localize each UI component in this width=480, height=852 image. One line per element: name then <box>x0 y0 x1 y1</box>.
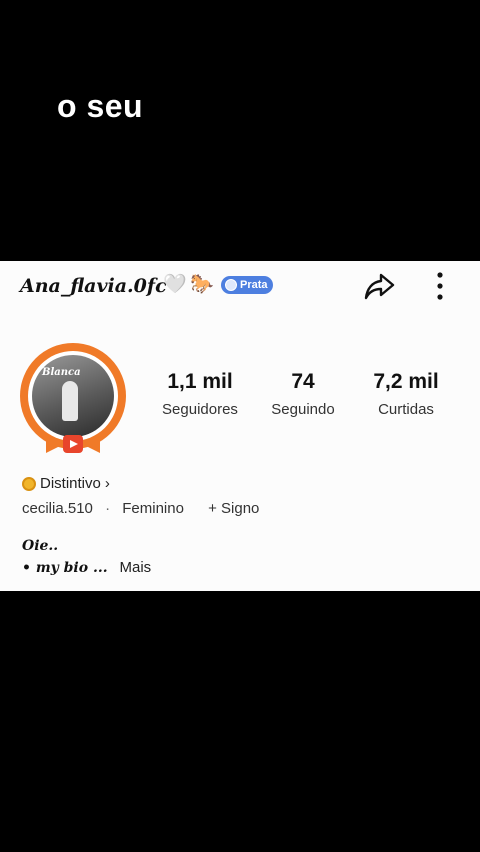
following-label: Seguindo <box>271 401 335 418</box>
profile-info-row: cecilia.510 · Feminino + Signo <box>22 500 259 517</box>
chevron-right-icon: › <box>104 475 110 492</box>
more-options-button[interactable] <box>428 269 452 303</box>
bio-text: • my bio ... <box>22 560 108 576</box>
avatar-bow-decoration <box>46 435 100 453</box>
bio-more-button[interactable]: Mais <box>119 559 151 576</box>
profile-header: Ana_flavia.0fc 🤍 🐎 Prata <box>0 261 480 311</box>
badge-link[interactable]: Distintivo › <box>22 475 110 492</box>
followers-label: Seguidores <box>162 401 238 418</box>
bio-line-1: Oie.. <box>22 538 59 554</box>
add-sign-button[interactable]: + Signo <box>208 500 259 517</box>
share-icon <box>364 273 395 300</box>
separator-dot: · <box>105 500 111 517</box>
likes-label: Curtidas <box>378 401 434 418</box>
likes-stat[interactable]: 7,2 mil Curtidas <box>351 369 461 418</box>
avatar-name-overlay: Blanca <box>42 367 81 378</box>
avatar-figure <box>62 381 78 421</box>
share-button[interactable] <box>362 269 396 303</box>
following-stat[interactable]: 74 Seguindo <box>248 369 358 418</box>
video-caption: o seu <box>57 88 144 124</box>
heart-emoji: 🤍 <box>163 274 187 295</box>
medal-icon <box>225 279 237 291</box>
horse-emoji: 🐎 <box>190 274 214 295</box>
profile-card: Ana_flavia.0fc 🤍 🐎 Prata Blanca 1,1 mil … <box>0 261 480 591</box>
followers-stat[interactable]: 1,1 mil Seguidores <box>145 369 255 418</box>
level-badge[interactable]: Prata <box>221 276 273 294</box>
more-vertical-icon <box>437 272 443 300</box>
badge-icon <box>22 476 36 491</box>
bio-line-2: • my bio ... Mais <box>22 559 151 576</box>
likes-count: 7,2 mil <box>373 370 439 393</box>
profile-handle: cecilia.510 <box>22 500 93 517</box>
avatar-photo: Blanca <box>32 355 114 437</box>
profile-username: Ana_flavia.0fc <box>20 275 167 297</box>
following-count: 74 <box>291 370 315 393</box>
gender-label: Feminino <box>122 500 184 517</box>
level-badge-label: Prata <box>240 279 268 291</box>
screen: o seu Ana_flavia.0fc 🤍 🐎 Prata Blanca 1,… <box>0 0 480 852</box>
avatar[interactable]: Blanca <box>18 343 128 459</box>
followers-count: 1,1 mil <box>167 370 233 393</box>
badge-link-label: Distintivo <box>40 475 101 492</box>
